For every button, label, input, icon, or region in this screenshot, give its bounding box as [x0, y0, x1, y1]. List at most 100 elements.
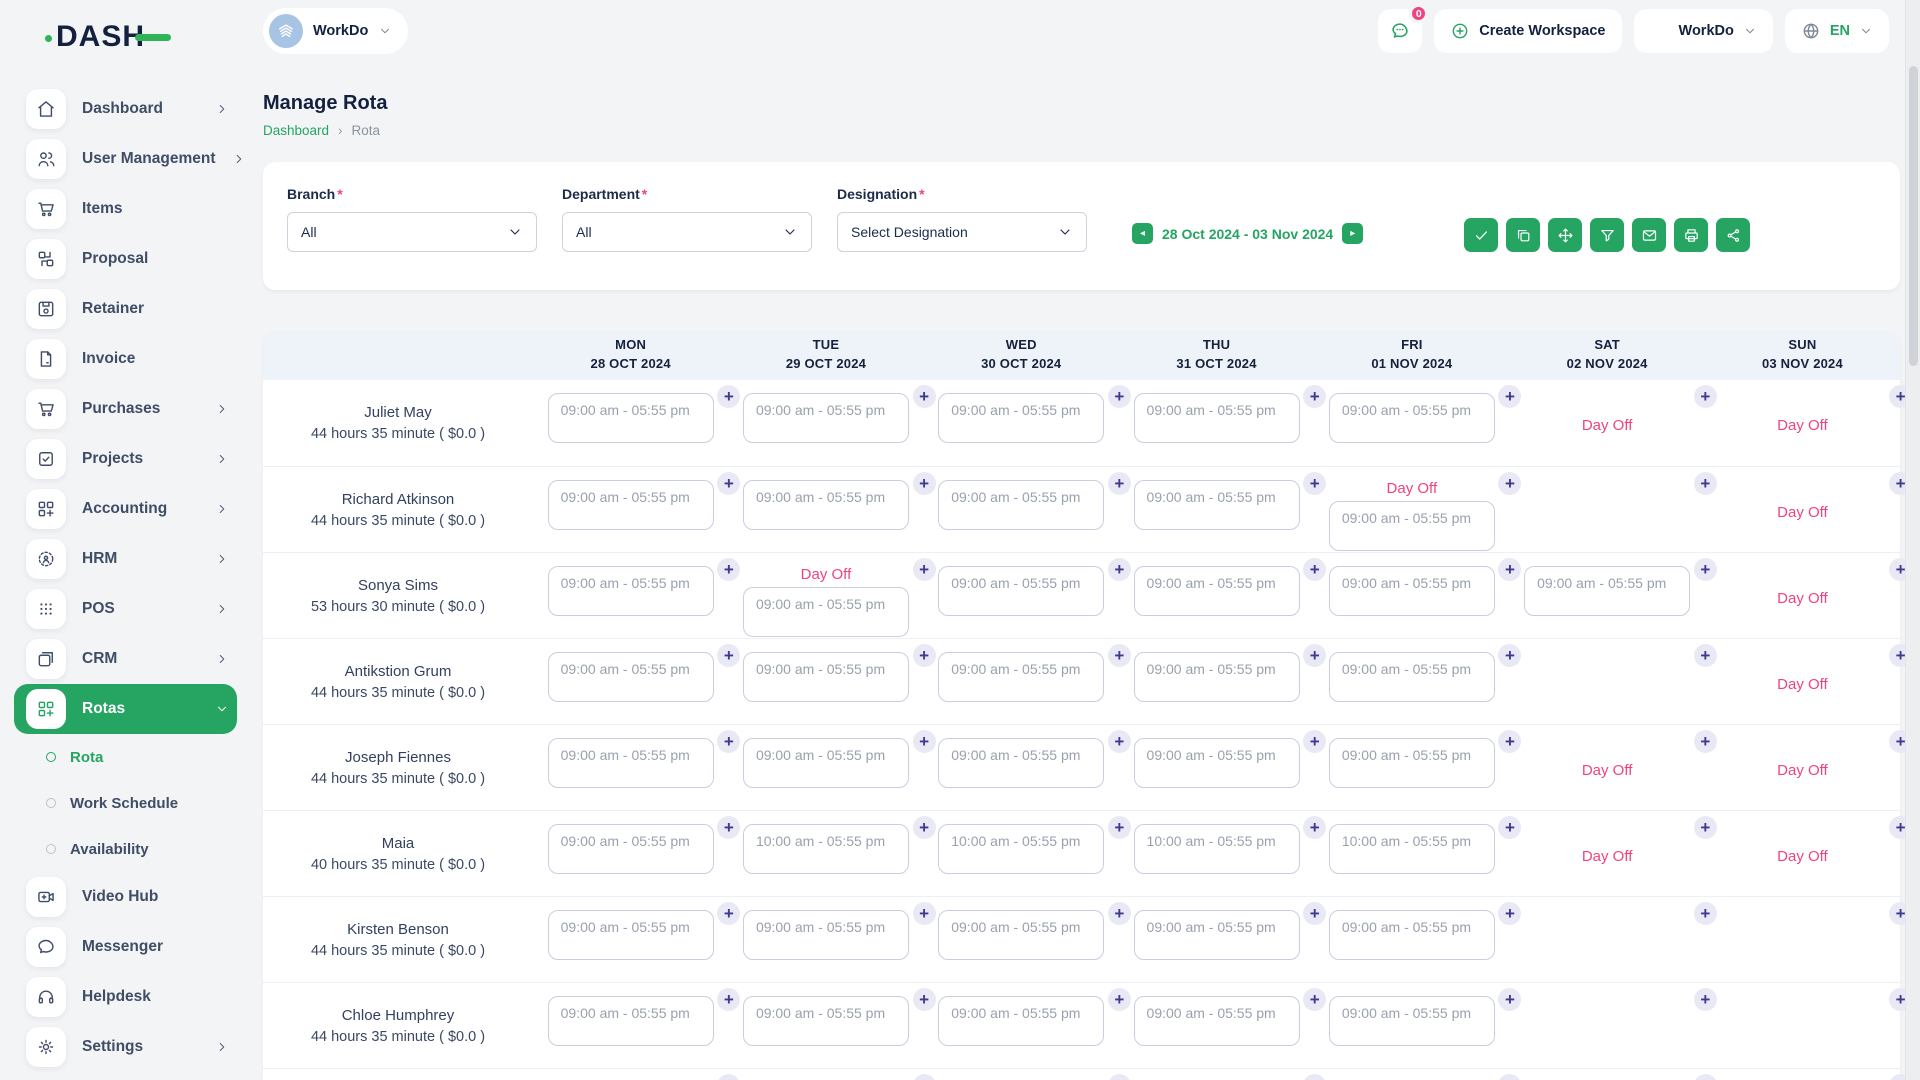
sidebar-item-pos[interactable]: POS: [14, 584, 237, 634]
next-week-button[interactable]: ▸: [1342, 223, 1363, 244]
shift-box[interactable]: 09:00 am - 05:55 pm: [548, 910, 714, 960]
shift-box[interactable]: 09:00 am - 05:55 pm: [743, 652, 909, 702]
shift-box[interactable]: 09:00 am - 05:55 pm: [1329, 393, 1495, 443]
sidebar-item-messenger[interactable]: Messenger: [14, 922, 237, 972]
branch-filter: Branch* All: [287, 186, 537, 252]
approve-button[interactable]: [1464, 218, 1498, 252]
sidebar-item-proposal[interactable]: Proposal: [14, 234, 237, 284]
filter-button[interactable]: [1590, 218, 1624, 252]
share-button[interactable]: [1716, 218, 1750, 252]
shift-box[interactable]: 10:00 am - 05:55 pm: [743, 824, 909, 874]
copy-button[interactable]: [1506, 218, 1540, 252]
sidebar-item-hrm[interactable]: HRM: [14, 534, 237, 584]
shift-box[interactable]: 09:00 am - 05:55 pm: [743, 587, 909, 637]
shift-box[interactable]: 10:00 am - 05:55 pm: [1134, 824, 1300, 874]
shift-box[interactable]: 09:00 am - 05:55 pm: [938, 910, 1104, 960]
shift-box[interactable]: 09:00 am - 05:55 pm: [548, 480, 714, 530]
shift-box[interactable]: 09:00 am - 05:55 pm: [743, 738, 909, 788]
account-menu-button[interactable]: WorkDo: [1634, 9, 1773, 53]
sidebar-item-video-hub[interactable]: Video Hub: [14, 872, 237, 922]
shift-box[interactable]: 09:00 am - 05:55 pm: [743, 393, 909, 443]
shift-box[interactable]: 09:00 am - 05:55 pm: [938, 996, 1104, 1046]
shift-box[interactable]: 09:00 am - 05:55 pm: [1524, 566, 1690, 616]
move-button[interactable]: [1548, 218, 1582, 252]
shift-box[interactable]: 09:00 am - 05:55 pm: [938, 566, 1104, 616]
shift-box[interactable]: 09:00 am - 05:55 pm: [743, 910, 909, 960]
day-off-label: Day Off: [1777, 676, 1828, 694]
sidebar-item-rotas[interactable]: Rotas: [14, 684, 237, 734]
messages-button[interactable]: 0: [1378, 9, 1422, 53]
print-button[interactable]: [1674, 218, 1708, 252]
shift-box[interactable]: 09:00 am - 05:55 pm: [1134, 393, 1300, 443]
create-workspace-button[interactable]: Create Workspace: [1434, 9, 1621, 53]
shift-box[interactable]: 09:00 am - 05:55 pm: [1134, 910, 1300, 960]
shift-box[interactable]: 09:00 am - 05:55 pm: [1329, 996, 1495, 1046]
shift-box[interactable]: 09:00 am - 05:55 pm: [938, 480, 1104, 530]
department-select[interactable]: All: [562, 212, 812, 252]
designation-select[interactable]: Select Designation: [837, 212, 1087, 252]
employee-name: Sonya Sims: [358, 577, 438, 594]
sidebar-item-label: Proposal: [82, 250, 148, 268]
sidebar-item-helpdesk[interactable]: Helpdesk: [14, 972, 237, 1022]
shift-box[interactable]: 09:00 am - 05:55 pm: [938, 393, 1104, 443]
shift-box[interactable]: 09:00 am - 05:55 pm: [743, 480, 909, 530]
shift-box[interactable]: 09:00 am - 05:55 pm: [743, 996, 909, 1046]
shift-cell-thu: +: [1119, 1069, 1314, 1080]
employee-hours: 53 hours 30 minute ( $0.0 ): [311, 599, 485, 615]
shift-box[interactable]: 09:00 am - 05:55 pm: [1329, 652, 1495, 702]
sidebar-subitem-rota[interactable]: Rota: [46, 734, 255, 780]
email-button[interactable]: [1632, 218, 1666, 252]
page-scrollbar[interactable]: [1905, 0, 1920, 1080]
sidebar-item-accounting[interactable]: Accounting: [14, 484, 237, 534]
column-day: FRI: [1314, 336, 1509, 355]
shift-box[interactable]: 09:00 am - 05:55 pm: [1134, 996, 1300, 1046]
shift-box[interactable]: 09:00 am - 05:55 pm: [548, 824, 714, 874]
shift-box[interactable]: 09:00 am - 05:55 pm: [548, 652, 714, 702]
mail-icon: [1641, 227, 1658, 244]
sidebar-item-invoice[interactable]: Invoice: [14, 334, 237, 384]
scrollbar-thumb[interactable]: [1909, 66, 1918, 366]
rota-action-buttons: [1464, 218, 1750, 252]
shift-box[interactable]: 10:00 am - 05:55 pm: [938, 824, 1104, 874]
building-icon: [276, 21, 296, 41]
sidebar-item-projects[interactable]: Projects: [14, 434, 237, 484]
sidebar-item-retainer[interactable]: Retainer: [14, 284, 237, 334]
sidebar-subitem-work-schedule[interactable]: Work Schedule: [46, 780, 255, 826]
shift-box[interactable]: 09:00 am - 05:55 pm: [1329, 738, 1495, 788]
shift-box[interactable]: 09:00 am - 05:55 pm: [1134, 566, 1300, 616]
sidebar-item-crm[interactable]: CRM: [14, 634, 237, 684]
shift-box[interactable]: 09:00 am - 05:55 pm: [548, 996, 714, 1046]
rota-row-kirsten-benson: Kirsten Benson44 hours 35 minute ( $0.0 …: [263, 896, 1900, 982]
sidebar-item-dashboard[interactable]: Dashboard: [14, 84, 237, 134]
app-logo[interactable]: DASH: [56, 22, 145, 52]
shift-cell-wed: +: [924, 1069, 1119, 1080]
shift-box[interactable]: 09:00 am - 05:55 pm: [548, 738, 714, 788]
sidebar-item-settings[interactable]: Settings: [14, 1022, 237, 1072]
shift-box[interactable]: 09:00 am - 05:55 pm: [1134, 480, 1300, 530]
branch-select[interactable]: All: [287, 212, 537, 252]
chevron-right-icon: [232, 152, 246, 166]
shift-box[interactable]: 09:00 am - 05:55 pm: [1134, 652, 1300, 702]
shift-box[interactable]: 09:00 am - 05:55 pm: [1329, 501, 1495, 551]
language-selector[interactable]: EN: [1785, 9, 1889, 53]
sidebar-subitem-availability[interactable]: Availability: [46, 826, 255, 872]
shift-box[interactable]: 10:00 am - 05:55 pm: [1329, 824, 1495, 874]
sidebar-item-user-management[interactable]: User Management: [14, 134, 237, 184]
shift-box[interactable]: 09:00 am - 05:55 pm: [548, 393, 714, 443]
shift-box[interactable]: 09:00 am - 05:55 pm: [938, 738, 1104, 788]
sidebar-item-items[interactable]: Items: [14, 184, 237, 234]
previous-week-button[interactable]: ◂: [1132, 223, 1153, 244]
workspace-switcher[interactable]: WorkDo: [263, 8, 408, 54]
shift-box[interactable]: 09:00 am - 05:55 pm: [1329, 566, 1495, 616]
breadcrumb-dashboard-link[interactable]: Dashboard: [263, 123, 329, 138]
shift-box[interactable]: 09:00 am - 05:55 pm: [1329, 910, 1495, 960]
column-header-thu: THU31 OCT 2024: [1119, 336, 1314, 374]
chevron-down-icon: [1743, 24, 1757, 38]
shift-cell-fri: +Day Off09:00 am - 05:55 pm: [1314, 467, 1509, 552]
shift-box[interactable]: 09:00 am - 05:55 pm: [938, 652, 1104, 702]
shift-box[interactable]: 09:00 am - 05:55 pm: [1134, 738, 1300, 788]
sidebar-item-purchases[interactable]: Purchases: [14, 384, 237, 434]
shift-cell-tue: +09:00 am - 05:55 pm: [728, 897, 923, 982]
shift-box[interactable]: 09:00 am - 05:55 pm: [548, 566, 714, 616]
shift-time: 09:00 am - 05:55 pm: [951, 919, 1080, 935]
